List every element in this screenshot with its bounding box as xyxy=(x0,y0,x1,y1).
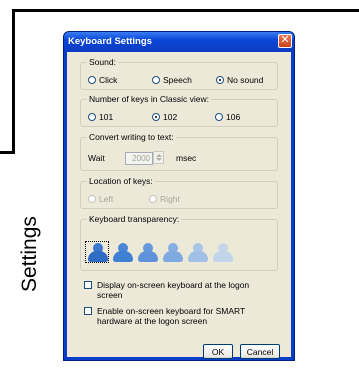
person-body-shape xyxy=(88,251,108,262)
radio-icon[interactable] xyxy=(152,76,160,84)
dialog-client-area: Sound: Click Speech No sound Number of k… xyxy=(67,52,291,359)
keys-count-group-label: Number of keys in Classic view: xyxy=(87,94,211,104)
keys-102-option[interactable]: 102 xyxy=(152,112,177,122)
radio-icon[interactable] xyxy=(215,113,223,121)
option-label: 101 xyxy=(99,112,114,122)
radio-disabled-icon[interactable] xyxy=(149,195,157,203)
keys-101-option[interactable]: 101 xyxy=(88,112,113,122)
keys-106-option[interactable]: 106 xyxy=(215,112,240,122)
option-label: Click xyxy=(99,75,118,85)
logon-display-checkbox[interactable] xyxy=(84,281,92,289)
logon-display-checkbox-label[interactable]: Display on-screen keyboard at the logon … xyxy=(97,280,275,300)
person-body-shape xyxy=(163,251,183,262)
close-button[interactable]: ✕ xyxy=(278,34,292,48)
slide-frame-top-line xyxy=(12,9,359,12)
smart-hardware-checkbox[interactable] xyxy=(84,307,92,315)
radio-disabled-icon[interactable] xyxy=(88,195,96,203)
wait-msec-input[interactable]: 2000 xyxy=(125,152,153,165)
transparency-level-4-icon[interactable] xyxy=(162,243,184,263)
transparency-level-3-icon[interactable] xyxy=(137,243,159,263)
spin-down-icon[interactable] xyxy=(156,158,162,161)
transparency-level-1-icon[interactable] xyxy=(85,241,109,263)
slide-frame-left-line xyxy=(12,9,15,153)
option-label: No sound xyxy=(227,75,264,85)
option-label: Left xyxy=(99,194,114,204)
option-label: 102 xyxy=(163,112,178,122)
radio-icon[interactable] xyxy=(88,113,96,121)
title-bar[interactable]: Keyboard Settings ✕ xyxy=(64,32,294,52)
key-location-group-label: Location of keys: xyxy=(87,176,155,186)
spin-up-icon[interactable] xyxy=(156,154,162,157)
person-body-shape xyxy=(213,251,233,262)
convert-writing-group: Convert writing to text: Wait 2000 msec xyxy=(80,132,278,171)
person-body-shape xyxy=(138,251,158,262)
cancel-button[interactable]: Cancel xyxy=(240,344,280,359)
wait-spinner[interactable] xyxy=(153,151,164,164)
wait-label: Wait xyxy=(88,153,105,163)
ok-button[interactable]: OK xyxy=(203,344,233,359)
key-location-group: Location of keys: Left Right xyxy=(80,176,278,209)
option-label: 106 xyxy=(226,112,241,122)
radio-selected-icon[interactable] xyxy=(216,76,224,84)
person-body-shape xyxy=(188,251,208,262)
slide-frame-bottom-line xyxy=(0,151,15,154)
keyboard-settings-window: Keyboard Settings ✕ Sound: Click Speech … xyxy=(63,31,295,361)
convert-writing-group-label: Convert writing to text: xyxy=(87,132,176,142)
option-label: Speech xyxy=(163,75,192,85)
window-title: Keyboard Settings xyxy=(68,36,152,47)
close-icon: ✕ xyxy=(280,34,290,46)
location-left-option[interactable]: Left xyxy=(88,194,113,204)
radio-icon[interactable] xyxy=(88,76,96,84)
sound-group: Sound: Click Speech No sound xyxy=(80,57,278,90)
radio-selected-icon[interactable] xyxy=(152,113,160,121)
sound-group-label: Sound: xyxy=(87,57,118,67)
transparency-level-2-icon[interactable] xyxy=(112,243,134,263)
smart-hardware-checkbox-label[interactable]: Enable on-screen keyboard for SMART hard… xyxy=(97,306,272,326)
slide-side-label: Settings xyxy=(18,216,41,292)
option-label: Right xyxy=(160,194,180,204)
location-right-option[interactable]: Right xyxy=(149,194,180,204)
sound-no-sound-option[interactable]: No sound xyxy=(216,75,263,85)
transparency-level-6-icon[interactable] xyxy=(212,243,234,263)
msec-unit-label: msec xyxy=(176,153,197,163)
keyboard-transparency-group-label: Keyboard transparency: xyxy=(87,214,182,224)
person-body-shape xyxy=(113,251,133,262)
transparency-level-5-icon[interactable] xyxy=(187,243,209,263)
keys-count-group: Number of keys in Classic view: 101 102 … xyxy=(80,94,278,127)
sound-speech-option[interactable]: Speech xyxy=(152,75,192,85)
keyboard-transparency-group: Keyboard transparency: xyxy=(80,214,278,271)
sound-click-option[interactable]: Click xyxy=(88,75,117,85)
